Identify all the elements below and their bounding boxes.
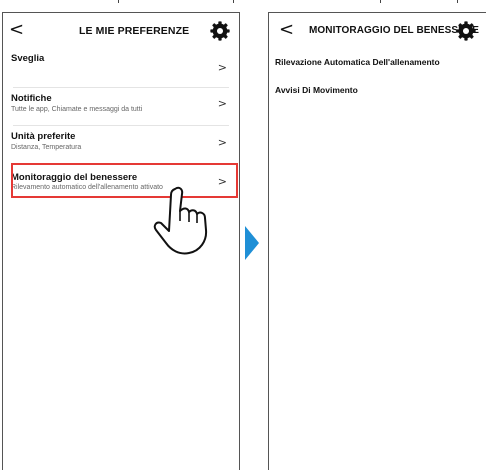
menu-item-rilevazione-automatica[interactable]: Rilevazione Automatica Dell'allenamento …	[269, 51, 486, 77]
phone-screen-left: < LE MIE PREFERENZE Sveglia > Notifiche …	[2, 12, 240, 470]
top-bracket-mark	[380, 0, 386, 3]
gear-icon[interactable]	[455, 20, 477, 42]
page-title: LE MIE PREFERENZE	[79, 25, 190, 37]
menu-item-title: Sveglia	[11, 53, 45, 64]
menu-item-unita-preferite[interactable]: Unità preferite Distanza, Temperatura >	[3, 125, 239, 163]
menu-item-title: Avvisi Di Movimento	[275, 85, 358, 95]
header: < LE MIE PREFERENZE	[3, 13, 239, 51]
chevron-right-icon: >	[217, 61, 227, 74]
menu-item-subtitle: Distanza, Temperatura	[11, 144, 82, 151]
menu-item-title: Rilevazione Automatica Dell'allenamento	[275, 57, 440, 67]
header: < MONITORAGGIO DEL BENESSERE	[269, 13, 486, 51]
phone-screen-right: < MONITORAGGIO DEL BENESSERE Rilevazione…	[268, 12, 486, 470]
menu-item-title: Unità preferite	[11, 131, 76, 142]
chevron-right-icon: >	[217, 97, 227, 110]
page-title: MONITORAGGIO DEL BENESSERE	[309, 25, 480, 36]
menu-item-avvisi-movimento[interactable]: Avvisi Di Movimento >	[269, 77, 486, 103]
menu-item-subtitle: Tutte le app, Chiamate e messaggi da tut…	[11, 106, 143, 113]
transition-arrow-icon	[245, 226, 259, 260]
back-button[interactable]: <	[279, 20, 294, 40]
menu-item-sveglia[interactable]: Sveglia >	[3, 51, 239, 87]
menu-item-title: Notifiche	[11, 93, 52, 104]
top-bracket-mark	[452, 0, 458, 3]
gear-icon[interactable]	[209, 20, 231, 42]
chevron-right-icon: >	[217, 136, 227, 149]
top-bracket-mark	[228, 0, 234, 3]
back-button[interactable]: <	[9, 20, 24, 40]
pointing-hand-icon	[153, 186, 208, 255]
top-bracket-mark	[118, 0, 124, 3]
menu-item-notifiche[interactable]: Notifiche Tutte le app, Chiamate e messa…	[3, 87, 239, 125]
